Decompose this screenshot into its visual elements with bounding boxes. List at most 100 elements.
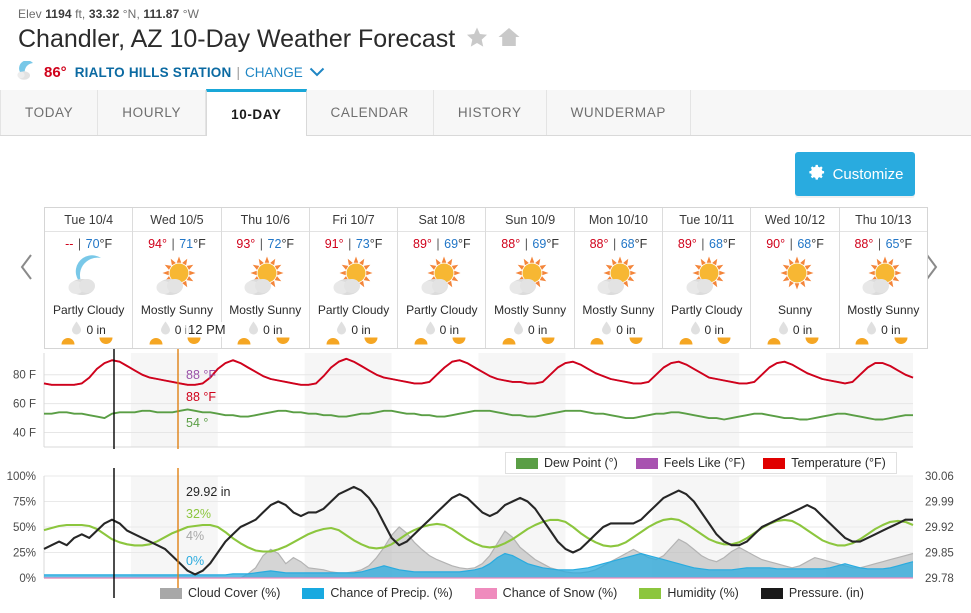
sunset-icon <box>99 332 113 350</box>
temp-separator: | <box>171 237 175 251</box>
day-low: 72 <box>267 237 282 251</box>
legend-swatch <box>760 587 783 599</box>
temp-separator: | <box>789 237 793 251</box>
temp-separator: | <box>524 237 528 251</box>
day-high: 90° <box>766 237 786 251</box>
day-high: 91° <box>324 237 344 251</box>
sunrise-icon <box>679 332 693 350</box>
forecast-day-strip: Tue 10/4 -- | 70°F Partly Cloudy 0 in We… <box>44 207 928 349</box>
sun-times-row <box>840 332 927 345</box>
day-low: 65 <box>885 237 900 251</box>
sun-times-row <box>575 332 662 345</box>
forecast-day-card[interactable]: Sun 10/9 88° | 69°F Mostly Sunny 0 in <box>486 208 575 348</box>
elev-unit: ft, <box>75 7 86 21</box>
day-label: Tue 10/11 <box>663 208 751 232</box>
partly-cloudy-icon <box>683 254 731 300</box>
y2-axis-tick: 29.92 <box>925 522 954 534</box>
chart-tooltip-value: 29.92 in <box>186 485 231 499</box>
forecast-day-card[interactable]: Fri 10/7 91° | 73°F Partly Cloudy 0 in <box>309 208 399 348</box>
legend-swatch <box>763 457 786 469</box>
legend-item-humidity[interactable]: Humidity (%) <box>639 586 739 600</box>
legend-swatch <box>160 587 182 599</box>
forecast-day-card[interactable]: Sat 10/8 89° | 69°F Partly Cloudy 0 in <box>398 208 487 348</box>
day-condition: Partly Cloudy <box>406 303 478 317</box>
day-temperatures: 90° | 68°F <box>766 232 824 253</box>
forecast-day-card[interactable]: Mon 10/10 88° | 68°F Mostly Sunny 0 in <box>574 208 664 348</box>
station-name[interactable]: RIALTO HILLS STATION <box>75 65 232 80</box>
forecast-day-card[interactable]: Tue 10/11 89° | 68°F Partly Cloudy 0 in <box>663 208 752 350</box>
sun-times-row <box>751 332 838 345</box>
day-label: Sat 10/8 <box>398 208 486 232</box>
temp-unit: °F <box>899 237 913 251</box>
legend-item-chance-precip[interactable]: Chance of Precip. (%) <box>302 586 453 600</box>
elev-prefix: Elev <box>18 7 42 21</box>
chart-tooltip-value: 54 ° <box>186 416 208 430</box>
temp-unit: °F <box>281 237 295 251</box>
day-label: Sun 10/9 <box>486 208 574 232</box>
day-condition: Mostly Sunny <box>494 303 567 317</box>
sun-times-row <box>486 332 573 345</box>
tab-history[interactable]: HISTORY <box>434 90 547 135</box>
day-condition: Partly Cloudy <box>52 303 125 317</box>
day-high: 88° <box>854 237 874 251</box>
day-condition: Partly Cloudy <box>317 303 390 317</box>
day-high: 93° <box>236 237 256 251</box>
legend-item-pressure[interactable]: Pressure. (in) <box>760 586 864 600</box>
partly-cloudy-night-icon <box>16 60 38 84</box>
chart-tooltip-value: 4% <box>186 529 204 543</box>
tab-wundermap[interactable]: WUNDERMAP <box>547 90 691 135</box>
sunrise-icon <box>326 332 340 350</box>
gear-icon <box>807 163 826 186</box>
day-high: 88° <box>589 237 609 251</box>
sun-times-row <box>398 332 485 345</box>
day-low: 69 <box>532 237 547 251</box>
temp-separator: | <box>348 237 352 251</box>
crosshair-time-label: 12 PM <box>186 322 228 337</box>
partly-cloudy-icon <box>418 254 466 300</box>
partly-cloudy-night-icon <box>65 254 113 300</box>
y-axis-tick: 40 F <box>13 428 36 440</box>
customize-button[interactable]: Customize <box>795 152 915 196</box>
legend-swatch <box>516 457 538 469</box>
chevron-left-icon[interactable] <box>18 252 36 289</box>
sunset-icon <box>541 332 555 350</box>
temp-unit: °F <box>458 237 471 251</box>
forecast-day-card[interactable]: Thu 10/6 93° | 72°F Mostly Sunny 0 in <box>221 208 310 348</box>
day-condition: Mostly Sunny <box>582 303 655 317</box>
day-temperatures: 88° | 65°F <box>854 232 912 253</box>
temp-unit: °F <box>193 237 206 251</box>
tab-today[interactable]: TODAY <box>0 90 99 135</box>
temp-unit: °F <box>546 237 559 251</box>
longitude-value: 111.87 <box>143 7 180 21</box>
main-tabbar: TODAY HOURLY 10-DAY CALENDAR HISTORY WUN… <box>0 89 971 136</box>
tab-hourly[interactable]: HOURLY <box>98 90 207 135</box>
day-high: 89° <box>413 237 432 251</box>
tab-calendar[interactable]: CALENDAR <box>307 90 434 135</box>
y-axis-tick: 75% <box>13 497 36 509</box>
home-icon[interactable] <box>497 25 521 54</box>
day-label: Wed 10/5 <box>133 208 221 232</box>
chevron-down-icon[interactable] <box>309 65 325 80</box>
legend-item-chance-snow[interactable]: Chance of Snow (%) <box>474 586 617 600</box>
forecast-day-card[interactable]: Tue 10/4 -- | 70°F Partly Cloudy 0 in <box>45 208 134 350</box>
temp-unit: °F <box>99 237 113 251</box>
day-temperatures: 88° | 69°F <box>501 232 559 253</box>
tab-10-day[interactable]: 10-DAY <box>206 89 307 136</box>
legend-swatch <box>302 587 325 599</box>
y-axis-tick: 60 F <box>13 399 36 411</box>
day-temperatures: 89° | 68°F <box>678 232 736 253</box>
sun-times-row <box>310 332 397 345</box>
longitude-unit: °W <box>182 7 200 21</box>
day-condition: Mostly Sunny <box>140 303 213 317</box>
sunrise-icon <box>502 332 516 350</box>
y2-axis-tick: 29.78 <box>925 573 954 585</box>
temp-separator: | <box>436 237 440 251</box>
forecast-day-card[interactable]: Thu 10/13 88° | 65°F Mostly Sunny 0 in <box>839 208 927 348</box>
legend-label: Chance of Precip. (%) <box>330 586 453 600</box>
change-station-link[interactable]: CHANGE <box>245 65 303 80</box>
chart-tooltip-value: 0% <box>186 554 204 568</box>
day-label: Thu 10/6 <box>221 208 309 232</box>
star-icon[interactable] <box>465 25 489 54</box>
forecast-day-card[interactable]: Wed 10/12 90° | 68°F Sunny 0 in <box>751 208 840 348</box>
legend-item-cloud-cover[interactable]: Cloud Cover (%) <box>160 586 280 600</box>
